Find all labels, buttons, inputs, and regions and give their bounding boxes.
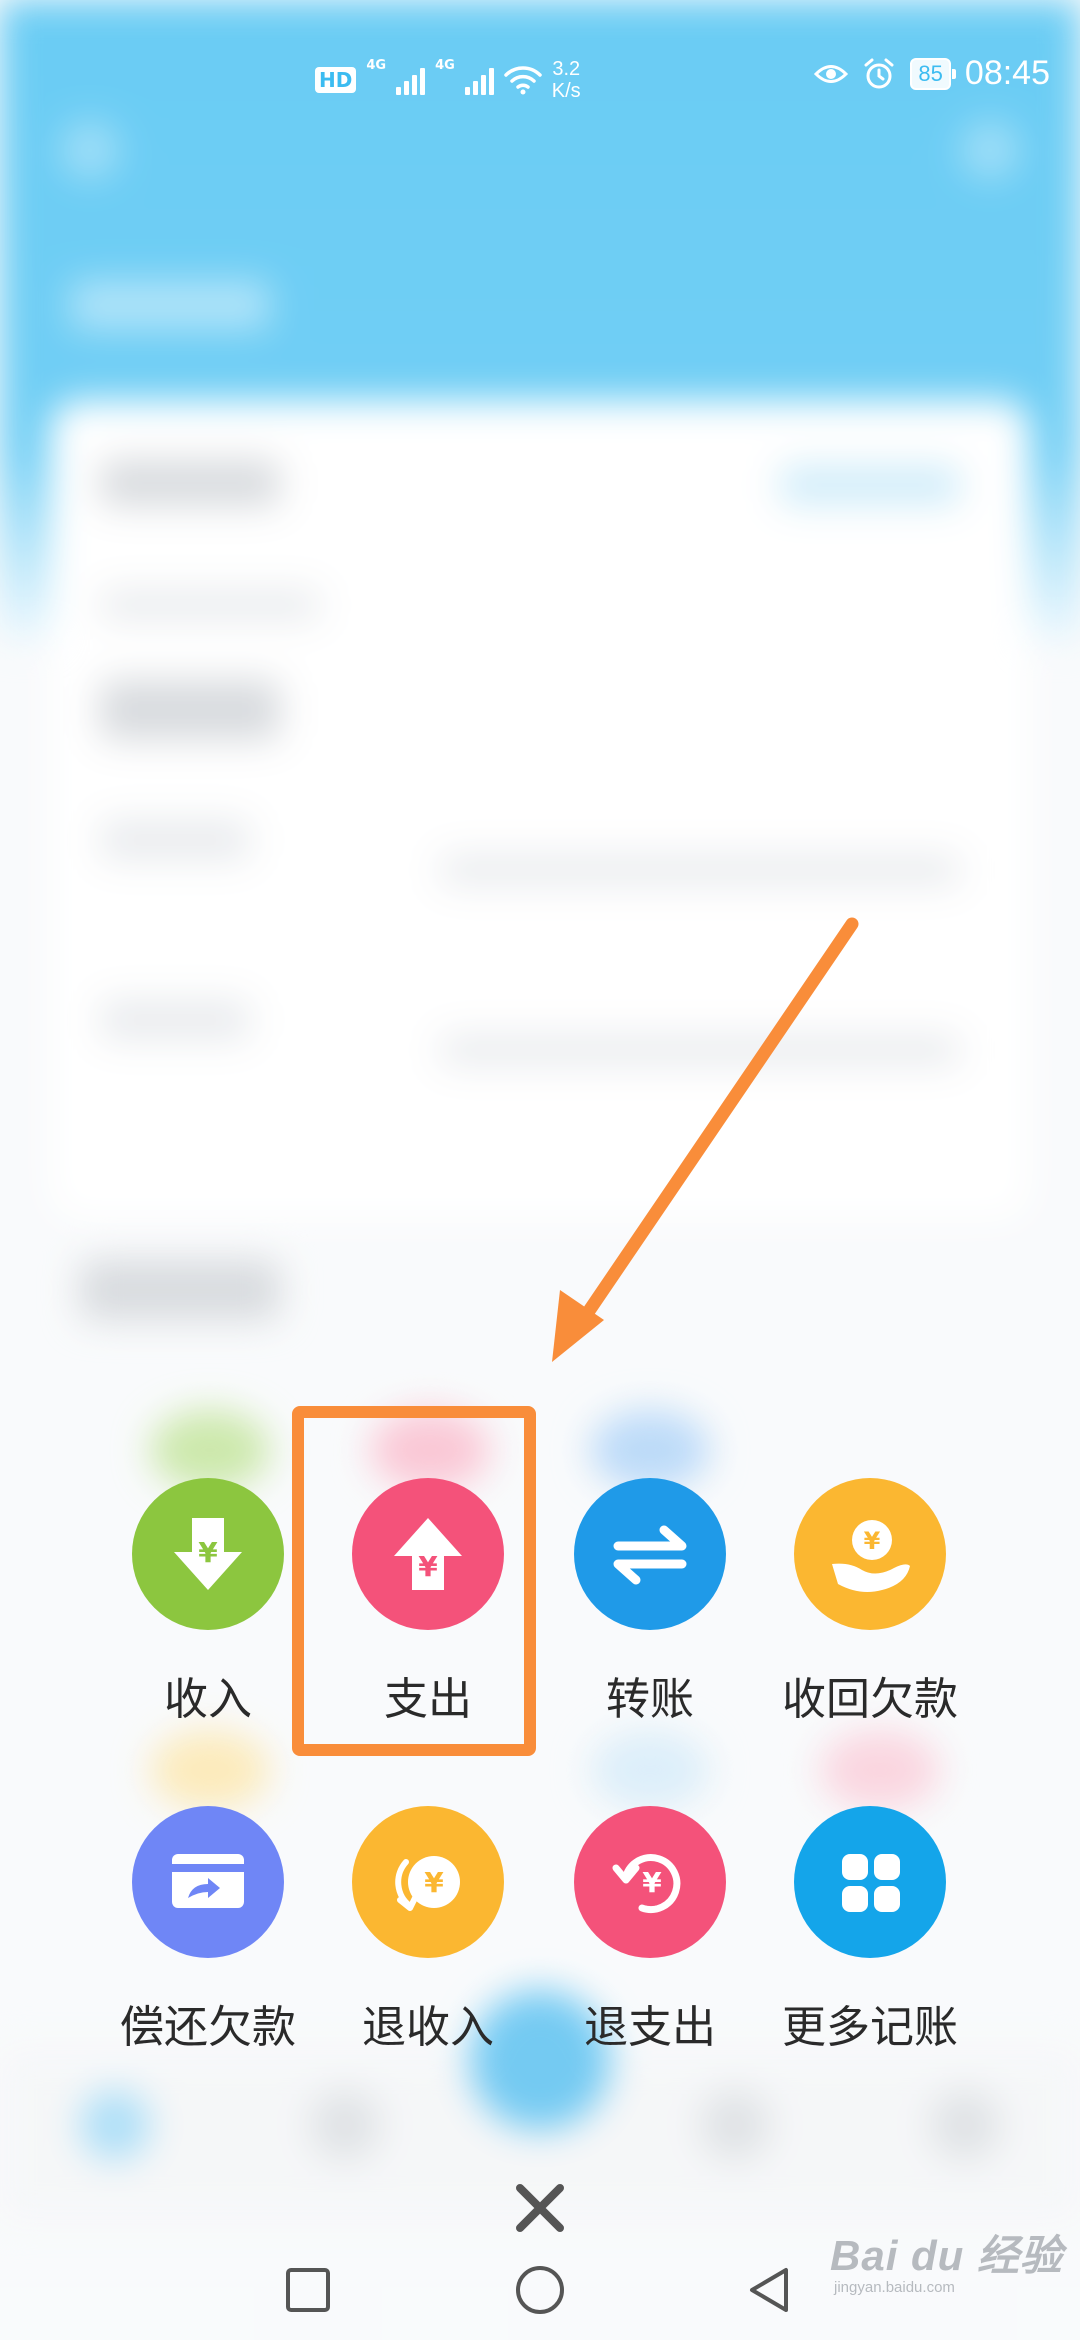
watermark-main: Bai du 经验 [830, 2232, 1064, 2279]
annotation-arrow-icon [552, 917, 859, 1362]
baidu-watermark-logo: Bai du 经验 jingyan.baidu.com [830, 2222, 1063, 2296]
close-icon[interactable] [510, 2178, 570, 2238]
back-icon[interactable] [742, 2262, 798, 2318]
recent-apps-icon[interactable] [280, 2262, 336, 2318]
home-icon[interactable] [512, 2262, 568, 2318]
